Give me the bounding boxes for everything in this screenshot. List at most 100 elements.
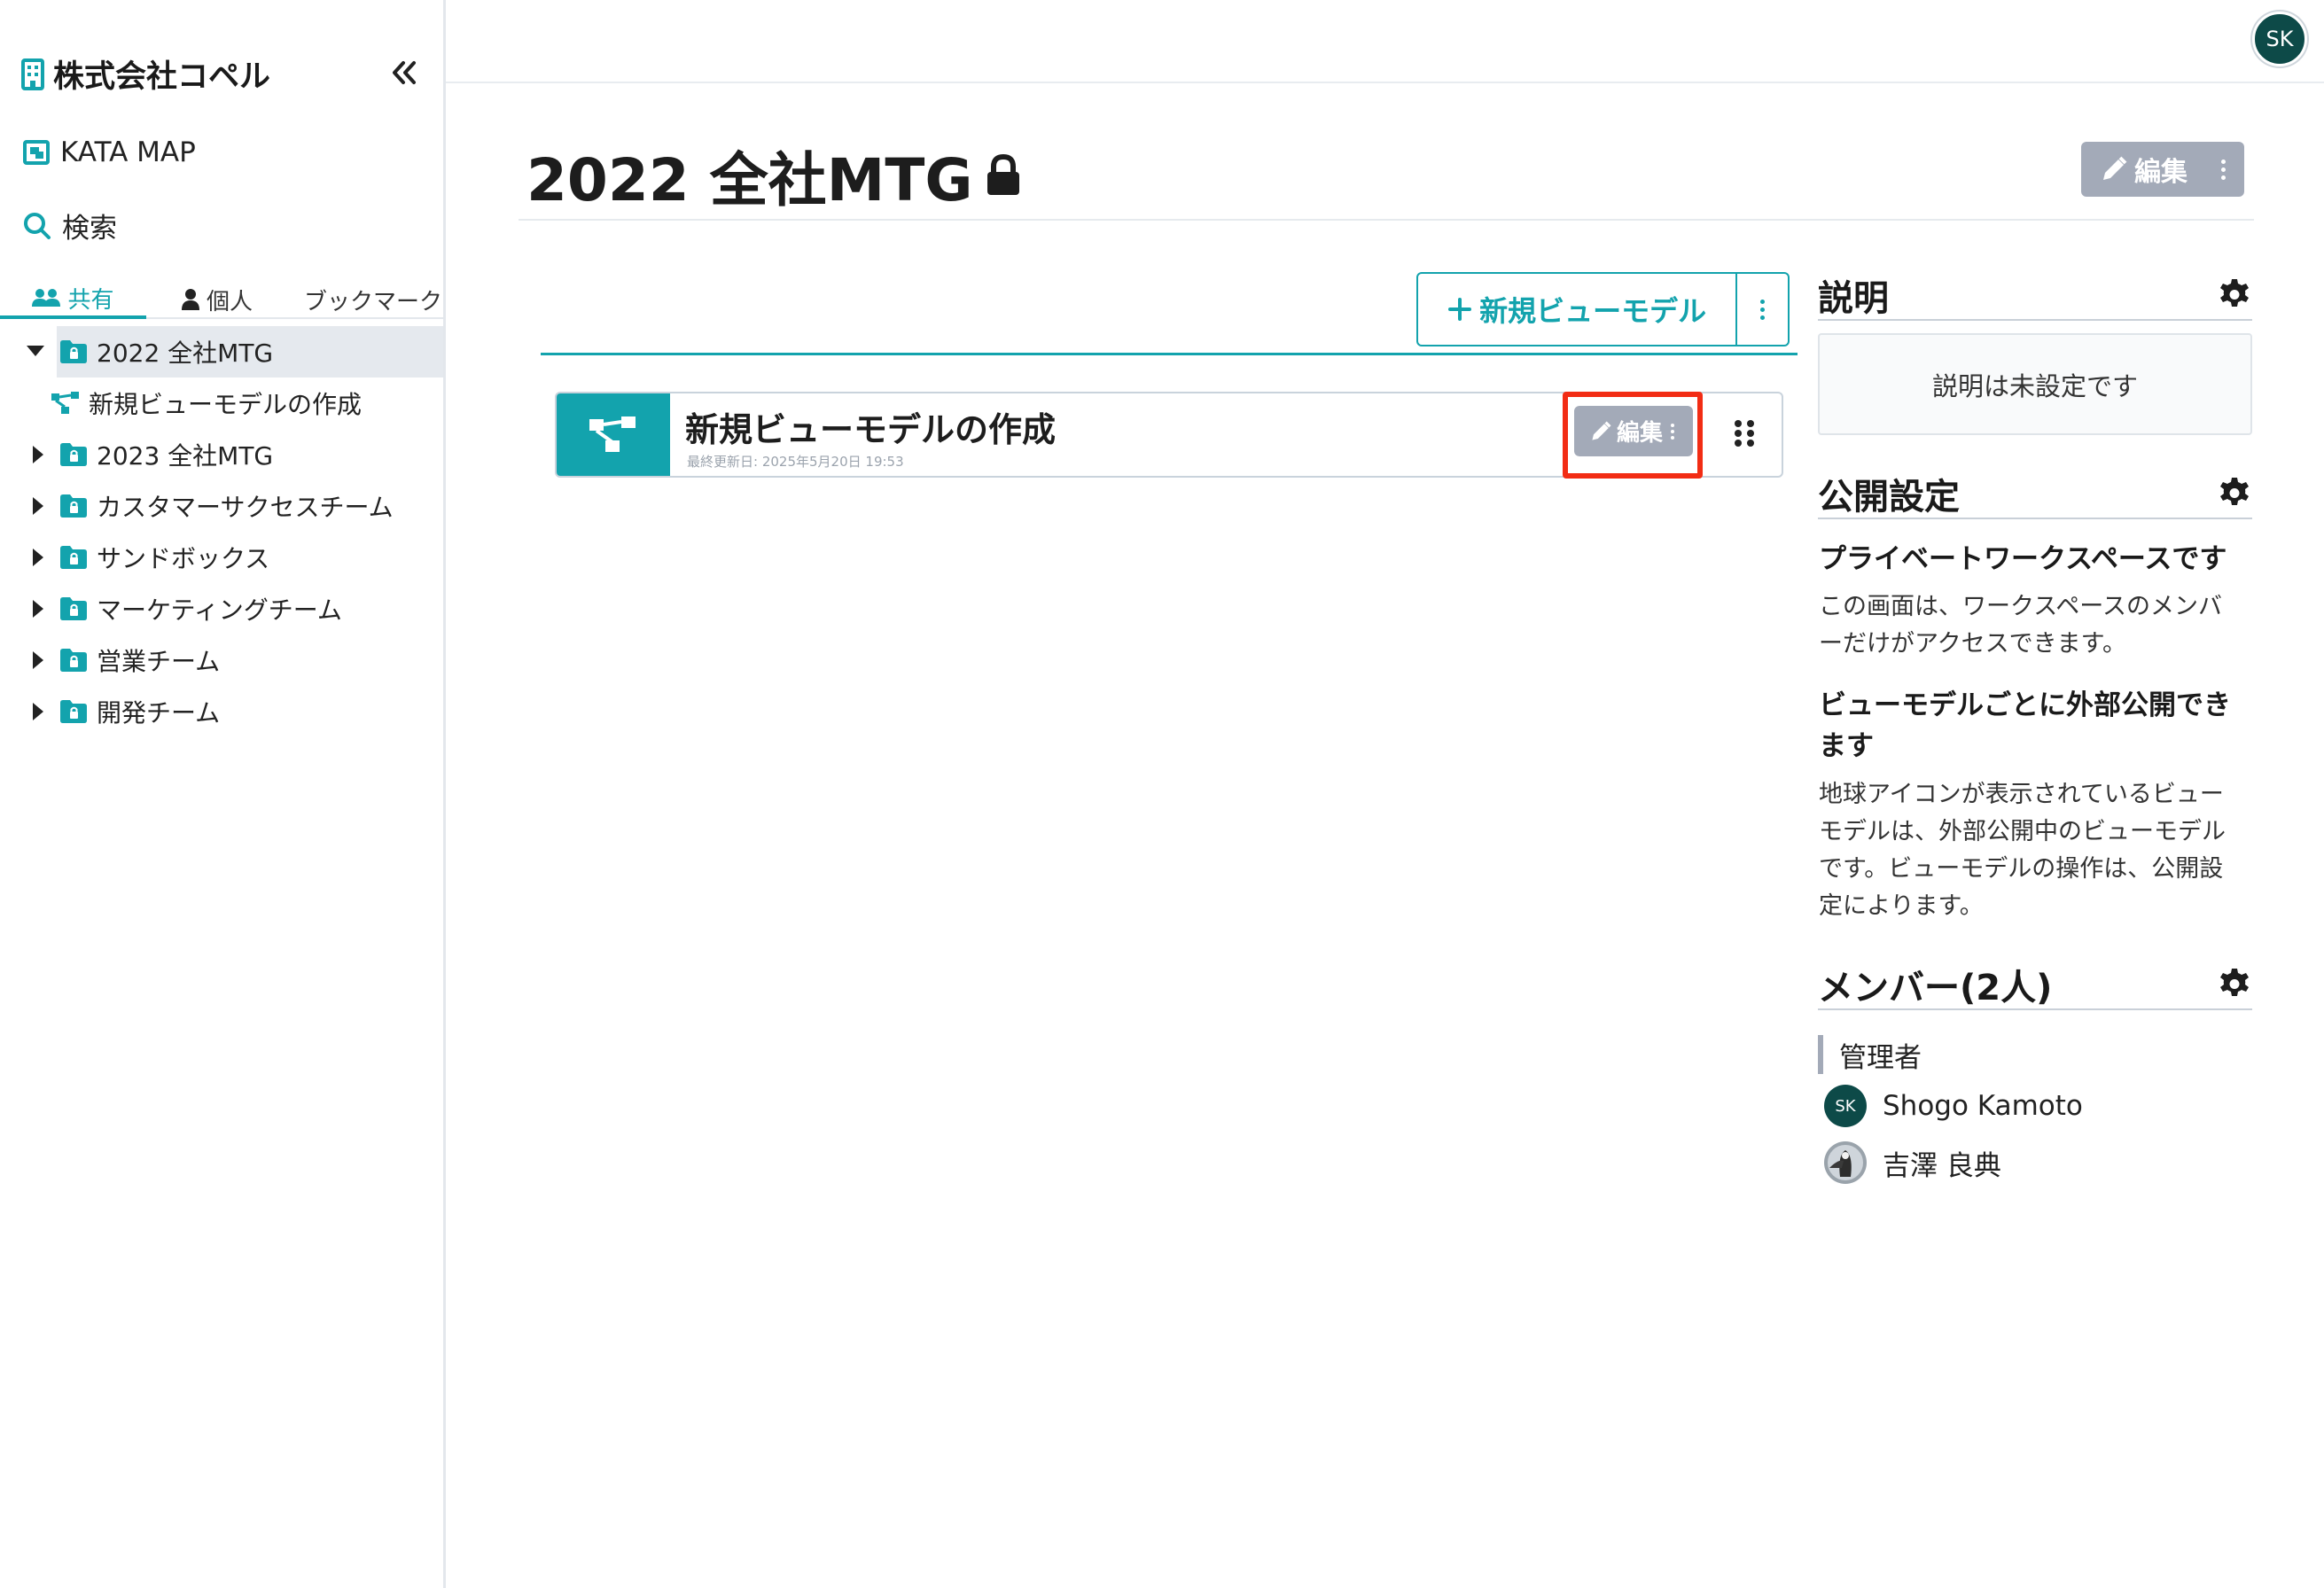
tree-item-sandbox[interactable]: サンドボックス [0,532,443,583]
private-workspace-text-1: この画面は、ワークスペースのメンバ [1819,593,2222,620]
pencil-icon [1590,420,1611,442]
viewmodel-edit-main[interactable]: 編集 [1574,415,1663,448]
member-item[interactable]: 吉澤 良典 [1824,1140,2001,1186]
chevrons-left-icon [391,60,417,85]
viewmodel-card-updated: 最終更新日: 2025年5月20日 19:53 [687,454,904,470]
nav-search-label: 検索 [62,213,117,245]
viewmodel-card[interactable]: 新規ビューモデルの作成 最終更新日: 2025年5月20日 19:53 編集 [555,392,1783,479]
description-section-header: 説明 [1818,271,2252,321]
map-icon [23,140,50,165]
drag-handle-icon[interactable] [1735,420,1754,447]
new-viewmodel-label: 新規ビューモデル [1479,294,1707,328]
member-role-label: 管理者 [1818,1035,1922,1074]
title-divider [519,219,2254,221]
tree-item-label: 2023 全社MTG [97,441,274,471]
member-name: Shogo Kamoto [1883,1090,2083,1122]
list-divider [541,353,1798,355]
caret-right-icon[interactable] [30,703,48,720]
tree-item-2022[interactable]: 2022 全社MTG [0,326,443,378]
brand-name: 株式会社コペル [53,59,271,95]
tree-item-2023[interactable]: 2023 全社MTG [0,429,443,480]
search-icon [23,212,51,240]
caret-right-icon[interactable] [30,651,48,669]
page-title-text: 2022 全社MTG [526,146,973,214]
members-section-header: メンバー(2人) [1818,961,2252,1010]
caret-down-icon[interactable] [27,343,44,361]
public-text-2: モデルは、外部公開中のビューモデル [1819,818,2226,845]
folder-lock-icon [60,340,87,363]
sidebar: 株式会社コペル KATA MAP 検索 共有 個人 ブックマーク 2022 全社… [0,0,446,1588]
plus-icon [1447,297,1472,322]
tree-item-marketing[interactable]: マーケティングチーム [0,583,443,634]
viewmodel-edit-label: 編集 [1617,420,1664,447]
member-item[interactable]: SK Shogo Kamoto [1824,1083,2083,1129]
tree-item-label: 開発チーム [97,698,221,728]
brand[interactable]: 株式会社コペル [21,51,270,97]
user-avatar[interactable]: SK [2252,12,2307,66]
viewmodel-edit-button[interactable]: 編集 [1574,406,1693,456]
lock-icon [986,154,1021,197]
gear-icon[interactable] [2217,476,2252,511]
viewmodel-icon [51,392,80,415]
viewmodel-card-icon[interactable] [557,393,670,476]
tree-item-customer-success[interactable]: カスタマーサクセスチーム [0,480,443,532]
tree-item-dev[interactable]: 開発チーム [0,686,443,737]
tree-item-label: 営業チーム [97,647,221,676]
avatar: SK [1824,1085,1867,1127]
public-text-4: 定によります。 [1819,892,1984,920]
kebab-menu-icon[interactable] [2205,159,2241,180]
public-text-3: です。ビューモデルの操作は、公開設 [1819,855,2224,883]
tree-item-sales[interactable]: 営業チーム [0,634,443,686]
building-icon [21,58,44,90]
folder-lock-icon [60,649,87,672]
nav-search[interactable]: 検索 [23,206,117,245]
edit-workspace-main[interactable]: 編集 [2081,150,2205,189]
users-icon [32,288,61,307]
folder-lock-icon [60,443,87,466]
tree-item-label: マーケティングチーム [97,596,342,625]
public-text-1: 地球アイコンが表示されているビュー [1819,781,2224,808]
caret-right-icon[interactable] [30,600,48,618]
folder-lock-icon [60,494,87,518]
tab-bookmark[interactable]: ブックマーク [304,280,442,319]
tree-item-label: 2022 全社MTG [97,339,274,368]
members-heading: メンバー(2人) [1818,968,2053,1008]
viewmodel-card-title[interactable]: 新規ビューモデルの作成 [685,402,1056,451]
pencil-icon [2101,156,2127,183]
caret-right-icon[interactable] [30,497,48,515]
private-workspace-text-2: ーだけがアクセスできます。 [1819,630,2126,658]
private-workspace-title: プライベートワークスペースです [1819,543,2227,575]
gear-icon[interactable] [2217,967,2252,1002]
caret-right-icon[interactable] [30,446,48,463]
tab-shared[interactable]: 共有 [0,280,146,319]
folder-lock-icon [60,546,87,569]
tree-item-viewmodel[interactable]: 新規ビューモデルの作成 [0,378,443,429]
tab-bookmark-label: ブックマーク [304,288,443,315]
folder-lock-icon [60,700,87,723]
top-bar [446,0,2324,83]
nav-kata-map[interactable]: KATA MAP [23,136,196,168]
public-title-2: ます [1819,730,1874,762]
tab-personal-label: 個人 [207,288,253,315]
page-title: 2022 全社MTG [526,133,1021,218]
visibility-section-header: 公開設定 [1818,470,2252,519]
new-viewmodel-group: 新規ビューモデル [1416,272,1790,346]
caret-right-icon[interactable] [30,549,48,566]
description-box: 説明は未設定です [1818,333,2252,435]
folder-lock-icon [60,597,87,620]
tab-personal[interactable]: 個人 [182,280,253,319]
edit-workspace-button[interactable]: 編集 [2081,142,2244,197]
new-viewmodel-button[interactable]: 新規ビューモデル [1418,274,1738,345]
avatar [1824,1141,1867,1184]
new-viewmodel-more-button[interactable] [1737,274,1788,345]
gear-icon[interactable] [2217,277,2252,313]
member-name: 吉澤 良典 [1883,1149,2001,1182]
tree-item-label: カスタマーサクセスチーム [97,493,394,522]
user-icon [182,289,199,310]
description-heading: 説明 [1818,278,1889,319]
tab-shared-label: 共有 [67,286,114,314]
tree-item-label: サンドボックス [97,544,270,573]
sidebar-tabs: 共有 個人 ブックマーク [0,280,443,319]
kebab-menu-icon[interactable] [1659,423,1686,440]
collapse-sidebar-button[interactable] [386,55,422,90]
